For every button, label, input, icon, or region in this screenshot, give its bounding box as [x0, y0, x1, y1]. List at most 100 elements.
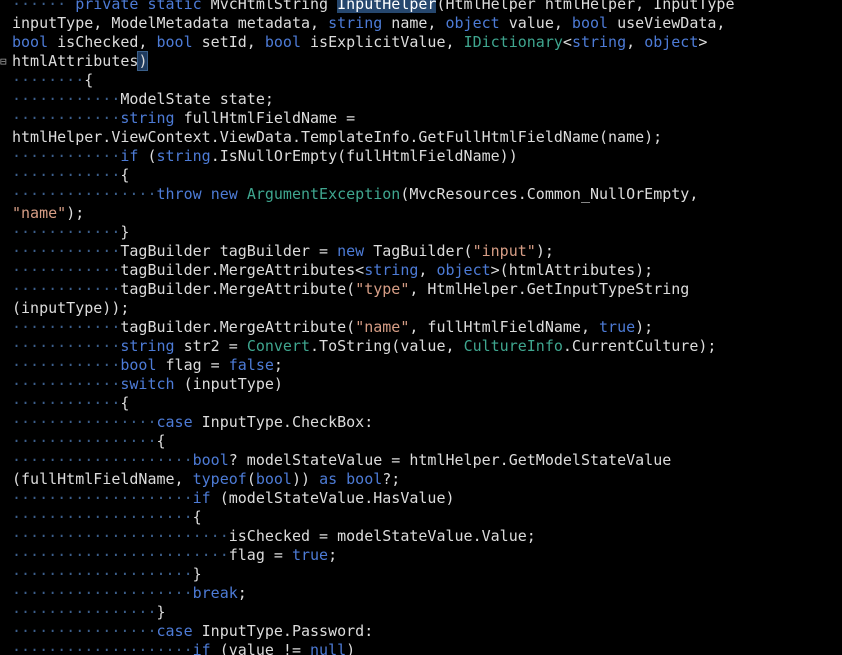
- code-token: Convert: [246, 337, 311, 355]
- code-line[interactable]: ············{: [0, 394, 842, 413]
- code-line[interactable]: ············string fullHtmlFieldName =: [0, 109, 842, 128]
- code-line[interactable]: ················case InputType.Password:: [0, 622, 842, 641]
- code-token: ): [137, 51, 149, 71]
- code-token: ArgumentException: [246, 185, 401, 203]
- code-token: htmlAttributes: [12, 52, 139, 70]
- code-token: true: [291, 546, 329, 564]
- code-token: bool: [156, 33, 193, 51]
- code-token: flag =: [156, 356, 229, 374]
- code-token: ············: [12, 147, 121, 165]
- code-token: ?;: [382, 470, 401, 488]
- code-line[interactable]: ············string str2 = Convert.ToStri…: [0, 337, 842, 356]
- code-token: bool: [264, 33, 301, 51]
- code-token: new: [210, 185, 238, 203]
- code-line[interactable]: (fullHtmlFieldName, typeof(bool)) as boo…: [0, 470, 842, 489]
- code-line[interactable]: ············if (string.IsNullOrEmpty(ful…: [0, 147, 842, 166]
- code-token: (modelStateValue.HasValue): [210, 489, 455, 507]
- code-token: TagBuilder tagBuilder =: [120, 242, 338, 260]
- code-token: ············: [12, 337, 121, 355]
- code-line[interactable]: ⊟ htmlAttributes): [0, 51, 842, 71]
- code-token: .CurrentCulture);: [562, 337, 717, 355]
- code-token: ················: [12, 603, 157, 621]
- code-line[interactable]: ············TagBuilder tagBuilder = new …: [0, 242, 842, 261]
- code-token: }: [192, 565, 202, 583]
- code-token: bool: [12, 33, 49, 51]
- code-token: null: [310, 641, 347, 655]
- code-token: if: [120, 147, 139, 165]
- code-token: ············: [12, 280, 121, 298]
- code-line[interactable]: ············switch (inputType): [0, 375, 842, 394]
- code-line[interactable]: ······ private static MvcHtmlString Inpu…: [0, 0, 842, 14]
- code-token: {: [192, 508, 202, 526]
- code-line[interactable]: ············{: [0, 166, 842, 185]
- code-token: string: [156, 147, 211, 165]
- code-line[interactable]: bool isChecked, bool setId, bool isExpli…: [0, 33, 842, 52]
- code-line[interactable]: ················throw new ArgumentExcept…: [0, 185, 842, 204]
- code-editor[interactable]: ······ private static MvcHtmlString Inpu…: [0, 0, 842, 655]
- code-token: false: [228, 356, 274, 374]
- code-token: string: [120, 109, 175, 127]
- code-line[interactable]: ············ModelState state;: [0, 90, 842, 109]
- code-line[interactable]: ····················bool? modelStateValu…: [0, 451, 842, 470]
- code-token: (inputType));: [12, 299, 130, 317]
- code-token: ,: [626, 33, 645, 51]
- code-line[interactable]: inputType, ModelMetadata metadata, strin…: [0, 14, 842, 33]
- code-token: str2 =: [174, 337, 247, 355]
- code-line[interactable]: ····················break;: [0, 584, 842, 603]
- code-token: ············: [12, 242, 121, 260]
- code-token: value,: [499, 14, 572, 32]
- code-token: {: [120, 166, 130, 184]
- code-line[interactable]: ····················if (value != null): [0, 641, 842, 655]
- code-token: ····················: [12, 451, 193, 469]
- code-token: InputType.CheckBox:: [192, 413, 374, 431]
- code-line[interactable]: ····················{: [0, 508, 842, 527]
- code-line[interactable]: ························isChecked = mode…: [0, 527, 842, 546]
- code-line[interactable]: ············}: [0, 223, 842, 242]
- code-line[interactable]: htmlHelper.ViewContext.ViewData.Template…: [0, 128, 842, 147]
- code-token: isChecked,: [48, 33, 157, 51]
- code-token: .ToString(value,: [310, 337, 464, 355]
- code-line[interactable]: ············tagBuilder.MergeAttribute("n…: [0, 318, 842, 337]
- code-token: );: [535, 242, 554, 260]
- code-token: {: [156, 432, 166, 450]
- code-token: (value !=: [210, 641, 311, 655]
- code-token: CultureInfo: [463, 337, 563, 355]
- code-token: TagBuilder(: [364, 242, 473, 260]
- code-token: (: [246, 470, 256, 488]
- code-line[interactable]: ····················if (modelStateValue.…: [0, 489, 842, 508]
- code-token: InputHelper: [337, 0, 437, 13]
- code-token: object: [644, 33, 699, 51]
- code-token: ····················: [12, 489, 193, 507]
- code-line[interactable]: (inputType));: [0, 299, 842, 318]
- code-token: (: [138, 147, 157, 165]
- code-token: if: [192, 641, 211, 655]
- code-token: ························: [12, 527, 229, 545]
- code-token: bool: [571, 14, 609, 32]
- code-line[interactable]: ················}: [0, 603, 842, 622]
- code-line[interactable]: ····················}: [0, 565, 842, 584]
- code-line[interactable]: "name");: [0, 204, 842, 223]
- code-line[interactable]: ········{: [0, 71, 842, 90]
- code-line[interactable]: ············bool flag = false;: [0, 356, 842, 375]
- code-line[interactable]: ············tagBuilder.MergeAttributes<s…: [0, 261, 842, 280]
- code-line[interactable]: ················case InputType.CheckBox:: [0, 413, 842, 432]
- fold-collapse-icon[interactable]: ⊟: [0, 52, 9, 71]
- code-line[interactable]: ················{: [0, 432, 842, 451]
- code-line[interactable]: ························flag = true;: [0, 546, 842, 565]
- code-token: ············: [12, 109, 121, 127]
- code-token: new: [337, 242, 365, 260]
- code-token: flag =: [228, 546, 292, 564]
- code-token: true: [599, 318, 636, 336]
- code-token: as: [319, 470, 338, 488]
- code-token: tagBuilder.MergeAttribute(: [120, 280, 356, 298]
- code-token: name,: [382, 14, 446, 32]
- code-token: inputType, ModelMetadata metadata,: [12, 14, 329, 32]
- code-token: switch: [120, 375, 175, 393]
- code-token: InputType.Password:: [192, 622, 374, 640]
- code-token: typeof: [192, 470, 247, 488]
- code-token: "type": [355, 280, 410, 298]
- code-token: {: [120, 394, 130, 412]
- code-line[interactable]: ············tagBuilder.MergeAttribute("t…: [0, 280, 842, 299]
- code-token: string: [328, 14, 383, 32]
- code-token: ····················: [12, 641, 193, 655]
